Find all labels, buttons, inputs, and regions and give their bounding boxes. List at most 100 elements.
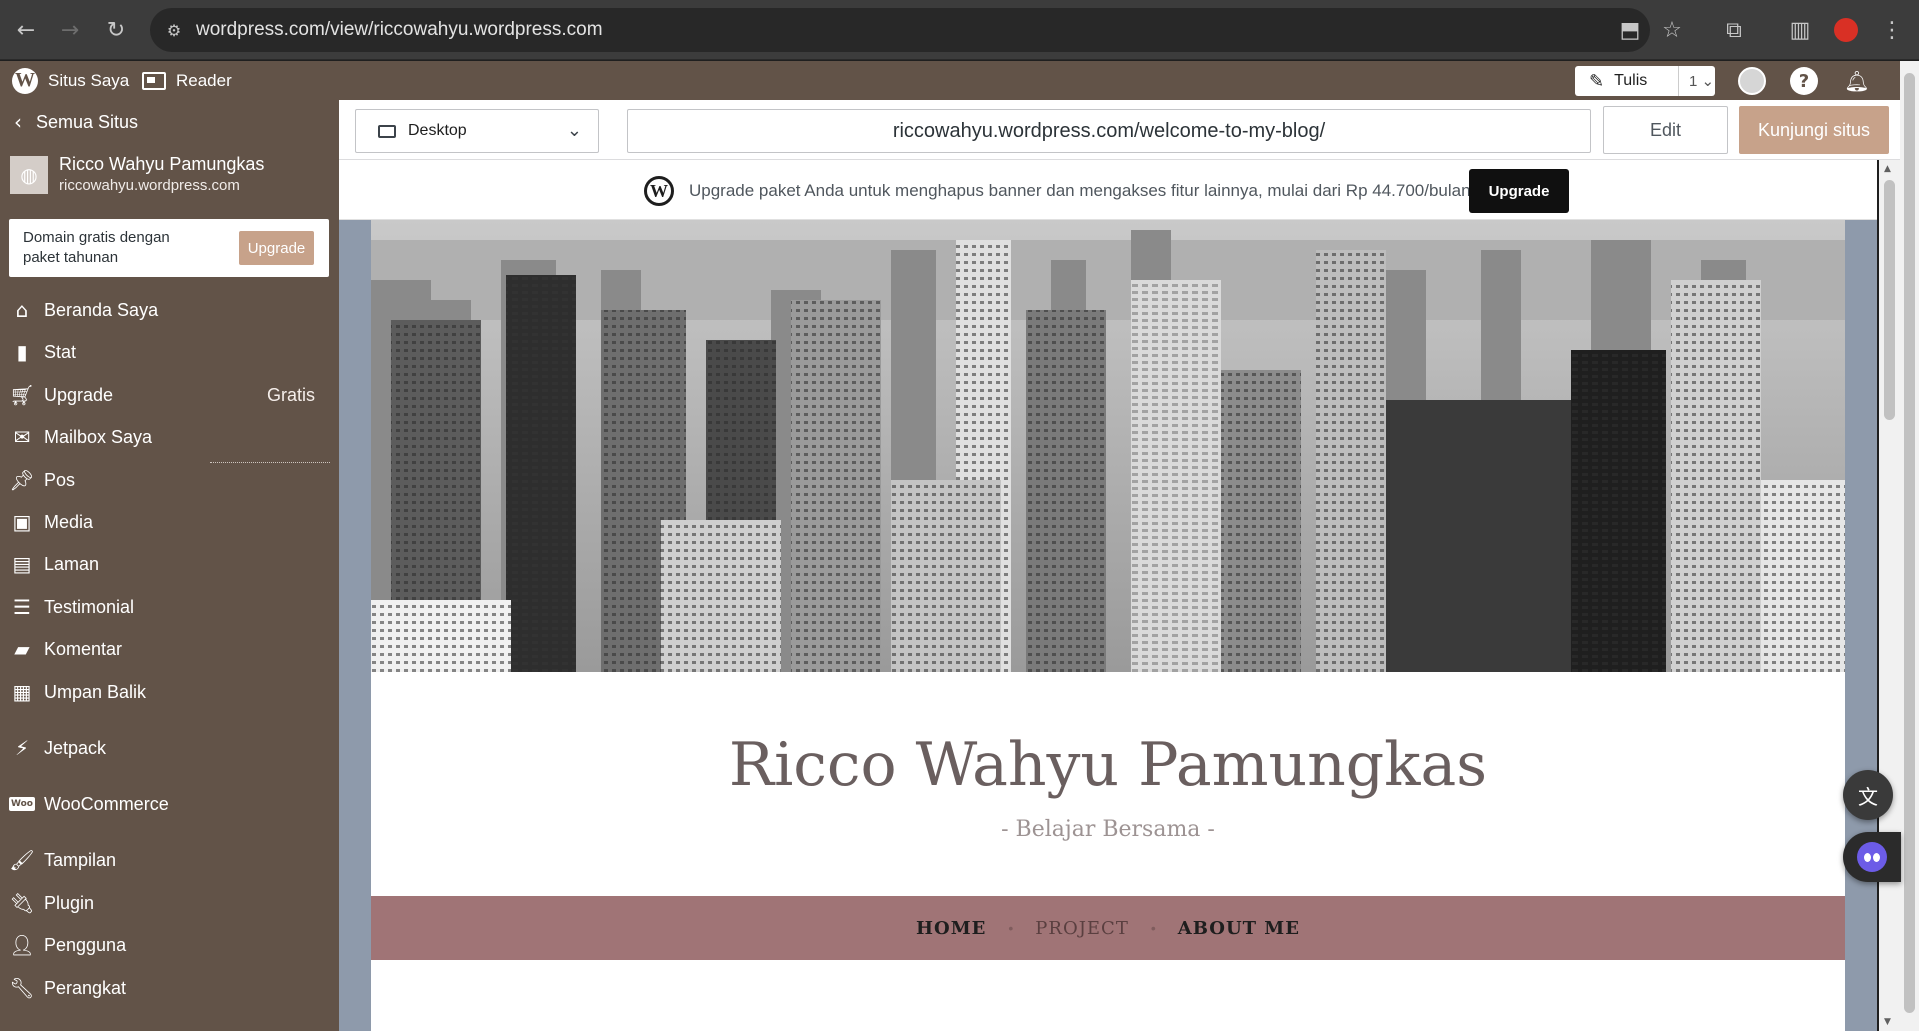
preview-scrollbar-thumb[interactable] bbox=[1884, 180, 1895, 420]
upgrade-banner: W Upgrade paket Anda untuk menghapus ban… bbox=[339, 160, 1877, 220]
nav-home[interactable]: HOME bbox=[916, 918, 986, 939]
chevron-left-icon: ‹ bbox=[14, 110, 22, 134]
woo-icon: Woo bbox=[9, 797, 35, 811]
reader-icon bbox=[142, 71, 166, 90]
sidebar-item-perangkat[interactable]: 🔧︎ Perangkat bbox=[0, 968, 339, 1008]
scroll-down-icon[interactable]: ▼ bbox=[1884, 1017, 1891, 1027]
write-button[interactable]: ✎ Tulis 1 ⌄ bbox=[1575, 66, 1715, 96]
site-page: Ricco Wahyu Pamungkas - Belajar Bersama … bbox=[371, 220, 1845, 1031]
my-site-button[interactable]: W Situs Saya bbox=[12, 61, 129, 100]
assistant-icon[interactable] bbox=[1843, 832, 1901, 882]
scroll-up-icon[interactable]: ▲ bbox=[1884, 164, 1891, 174]
user-avatar-icon[interactable] bbox=[1738, 67, 1766, 95]
globe-icon: ◍ bbox=[10, 156, 48, 194]
notifications-icon[interactable]: 🔔︎ bbox=[1843, 67, 1871, 95]
site-title[interactable]: Ricco Wahyu Pamungkas bbox=[371, 730, 1845, 800]
reload-icon[interactable]: ↻ bbox=[98, 12, 134, 48]
sidebar-item-mailbox[interactable]: ✉ Mailbox Saya bbox=[0, 417, 339, 457]
reader-label: Reader bbox=[176, 70, 232, 90]
jetpack-icon: ⚡ bbox=[14, 736, 30, 760]
sidebar-item-pos[interactable]: 📌︎ Pos bbox=[0, 460, 339, 500]
edit-button[interactable]: Edit bbox=[1603, 106, 1728, 154]
free-badge: Gratis bbox=[266, 384, 315, 405]
sidebar-item-label: WooCommerce bbox=[44, 793, 169, 814]
promo-upgrade-button[interactable]: Upgrade bbox=[239, 231, 314, 265]
address-bar[interactable]: ⚙ wordpress.com/view/riccowahyu.wordpres… bbox=[150, 8, 1650, 52]
bookmark-star-icon[interactable]: ☆ bbox=[1654, 12, 1690, 48]
nav-about-me[interactable]: ABOUT ME bbox=[1178, 918, 1300, 939]
sidebar-item-label: Pos bbox=[44, 469, 76, 490]
all-sites-link[interactable]: ‹ Semua Situs bbox=[0, 100, 339, 144]
extensions-icon[interactable]: ⧉ bbox=[1716, 12, 1752, 48]
preview-toolbar: Desktop ⌄ riccowahyu.wordpress.com/welco… bbox=[339, 100, 1900, 160]
sidebar-item-label: Jetpack bbox=[44, 737, 107, 758]
sidebar-item-laman[interactable]: ▤ Laman bbox=[0, 544, 339, 584]
sidebar-item-beranda-saya[interactable]: ⌂ Beranda Saya bbox=[0, 290, 339, 330]
profile-avatar-icon[interactable] bbox=[1828, 12, 1864, 48]
sidebar-item-woocommerce[interactable]: Woo WooCommerce bbox=[0, 784, 339, 824]
site-tagline: - Belajar Bersama - bbox=[1001, 817, 1215, 842]
sidebar-item-label: Komentar bbox=[44, 638, 123, 659]
device-label: Desktop bbox=[408, 122, 467, 139]
mail-icon: ✉ bbox=[13, 425, 31, 449]
write-label: Tulis bbox=[1614, 72, 1648, 89]
stats-icon: ▮ bbox=[16, 340, 28, 364]
current-site-card[interactable]: ◍ Ricco Wahyu Pamungkas riccowahyu.wordp… bbox=[0, 144, 339, 206]
nav-separator: • bbox=[1008, 920, 1014, 936]
visit-site-button[interactable]: Kunjungi situs bbox=[1739, 106, 1889, 154]
device-select[interactable]: Desktop ⌄ bbox=[355, 109, 599, 153]
page-icon: ▤ bbox=[12, 552, 32, 576]
wordpress-logo-icon: W bbox=[12, 67, 38, 94]
sidebar-item-plugin[interactable]: 🔌︎ Plugin bbox=[0, 883, 339, 923]
site-url: riccowahyu.wordpress.com bbox=[59, 177, 240, 194]
sidebar-item-komentar[interactable]: ▰ Komentar bbox=[0, 629, 339, 669]
pin-icon: 📌︎ bbox=[9, 468, 35, 492]
sidebar-item-label: Upgrade bbox=[44, 384, 114, 405]
back-icon[interactable]: ← bbox=[8, 12, 44, 48]
media-icon: ▣ bbox=[12, 510, 32, 534]
site-preview-frame: W Upgrade paket Anda untuk menghapus ban… bbox=[339, 160, 1877, 1031]
browser-menu-icon[interactable]: ⋮ bbox=[1874, 12, 1910, 48]
preview-url-field[interactable]: riccowahyu.wordpress.com/welcome-to-my-b… bbox=[627, 109, 1591, 153]
sidebar: ‹ Semua Situs ◍ Ricco Wahyu Pamungkas ri… bbox=[0, 100, 339, 1031]
sidebar-item-label: Stat bbox=[44, 341, 77, 362]
sidebar-item-label: Tampilan bbox=[44, 849, 117, 870]
sidebar-item-label: Laman bbox=[44, 553, 100, 574]
write-count-dropdown[interactable]: 1 ⌄ bbox=[1678, 66, 1714, 96]
site-info-icon[interactable]: ⚙ bbox=[162, 18, 186, 42]
sidebar-item-stat[interactable]: ▮ Stat bbox=[0, 332, 339, 372]
install-app-icon[interactable]: ⬒ bbox=[1612, 12, 1648, 48]
monitor-icon bbox=[378, 124, 396, 138]
site-navigation: HOME • PROJECT • ABOUT ME bbox=[371, 896, 1845, 960]
sidebar-item-umpan-balik[interactable]: ▦ Umpan Balik bbox=[0, 672, 339, 712]
preview-scrollbar[interactable]: ▲ ▼ bbox=[1879, 160, 1900, 1031]
domain-promo-card: Domain gratis dengan paket tahunan Upgra… bbox=[9, 219, 329, 277]
user-icon: 👤︎ bbox=[9, 933, 35, 957]
brush-icon: 🖌︎ bbox=[9, 848, 35, 872]
chevron-down-icon: ⌄ bbox=[566, 120, 582, 141]
testimonial-icon: ☰ bbox=[13, 595, 31, 619]
write-count: 1 bbox=[1689, 72, 1698, 90]
reader-button[interactable]: Reader bbox=[142, 61, 232, 100]
banner-upgrade-button[interactable]: Upgrade bbox=[1469, 169, 1569, 213]
sidebar-item-testimonial[interactable]: ☰ Testimonial bbox=[0, 587, 339, 627]
feedback-icon: ▦ bbox=[12, 680, 32, 704]
cart-icon: 🛒︎ bbox=[9, 383, 35, 407]
sidebar-item-upgrade[interactable]: 🛒︎ Upgrade Gratis bbox=[0, 375, 339, 415]
sidebar-item-media[interactable]: ▣ Media bbox=[0, 502, 339, 542]
sidebar-item-label: Mailbox Saya bbox=[44, 426, 153, 447]
address-url[interactable]: wordpress.com/view/riccowahyu.wordpress.… bbox=[196, 19, 603, 41]
nav-project[interactable]: PROJECT bbox=[1035, 918, 1129, 939]
forward-icon[interactable]: → bbox=[52, 12, 88, 48]
page-scrollbar-thumb[interactable] bbox=[1904, 73, 1915, 1013]
my-site-label: Situs Saya bbox=[48, 70, 130, 90]
help-icon[interactable]: ? bbox=[1790, 67, 1818, 95]
sidebar-item-pengguna[interactable]: 👤︎ Pengguna bbox=[0, 925, 339, 965]
sidebar-item-tampilan[interactable]: 🖌︎ Tampilan bbox=[0, 840, 339, 880]
side-panel-icon[interactable]: ▥ bbox=[1782, 12, 1818, 48]
sidebar-item-jetpack[interactable]: ⚡ Jetpack bbox=[0, 728, 339, 768]
translate-icon[interactable]: 文 bbox=[1843, 770, 1893, 820]
page-scrollbar[interactable] bbox=[1900, 61, 1919, 1031]
sidebar-item-label: Testimonial bbox=[44, 596, 135, 617]
all-sites-label: Semua Situs bbox=[36, 111, 139, 132]
